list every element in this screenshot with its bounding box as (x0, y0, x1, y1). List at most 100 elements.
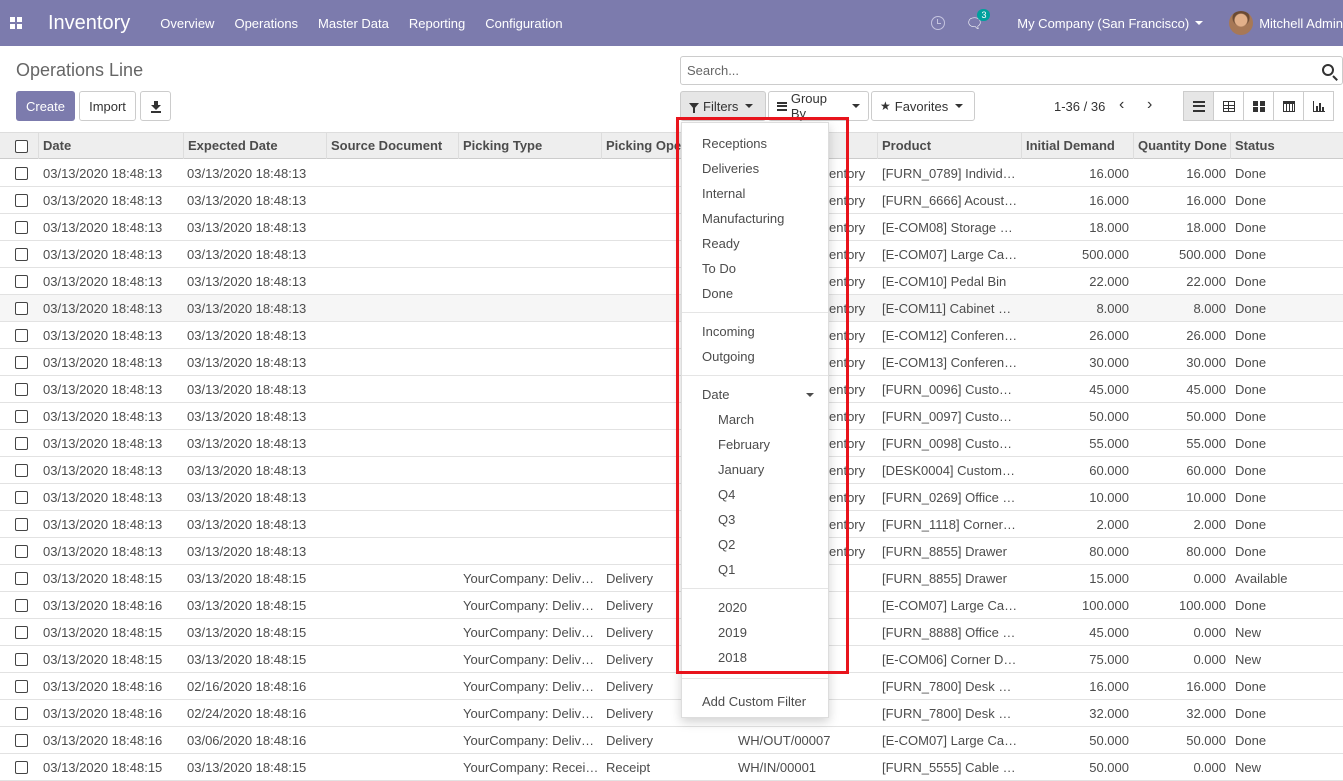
apps-menu-icon[interactable] (0, 0, 32, 46)
column-header-status[interactable]: Status (1230, 133, 1343, 159)
row-checkbox[interactable] (15, 518, 28, 531)
list-view-button[interactable] (1183, 91, 1214, 121)
messaging-button[interactable]: 🗨 3 (965, 8, 991, 32)
row-checkbox[interactable] (15, 410, 28, 423)
cell-date: 03/13/2020 18:48:13 (43, 355, 163, 370)
menu-master-data[interactable]: Master Data (318, 16, 389, 31)
table-row[interactable]: 03/13/2020 18:48:13 03/13/2020 18:48:13 en… (0, 268, 1343, 295)
cell-quantity-done: 8.000 (1193, 301, 1226, 316)
pager-value[interactable]: 1-36 / 36 (1054, 99, 1105, 114)
column-header-product[interactable]: Product (877, 133, 1021, 159)
row-checkbox[interactable] (15, 437, 28, 450)
row-checkbox[interactable] (15, 221, 28, 234)
favorites-button[interactable]: ★ Favorites (871, 91, 975, 121)
table-row[interactable]: 03/13/2020 18:48:13 03/13/2020 18:48:13 en… (0, 484, 1343, 511)
cell-date: 03/13/2020 18:48:13 (43, 247, 163, 262)
row-checkbox[interactable] (15, 464, 28, 477)
table-row[interactable]: 03/13/2020 18:48:13 03/13/2020 18:48:13 en… (0, 160, 1343, 187)
table-row[interactable]: 03/13/2020 18:48:16 02/16/2020 18:48:16 Yo… (0, 673, 1343, 700)
cell-expected-date: 03/06/2020 18:48:16 (187, 733, 307, 748)
table-row[interactable]: 03/13/2020 18:48:13 03/13/2020 18:48:13 en… (0, 457, 1343, 484)
table-row[interactable]: 03/13/2020 18:48:13 03/13/2020 18:48:13 en… (0, 511, 1343, 538)
menu-operations[interactable]: Operations (234, 16, 298, 31)
table-row[interactable]: 03/13/2020 18:48:13 03/13/2020 18:48:13 en… (0, 403, 1343, 430)
row-checkbox[interactable] (15, 248, 28, 261)
search-input[interactable] (681, 57, 1281, 84)
cell-source-document (330, 187, 456, 213)
cell-initial-demand: 16.000 (1089, 679, 1129, 694)
add-custom-filter[interactable]: Add Custom Filter (702, 694, 806, 709)
row-checkbox[interactable] (15, 383, 28, 396)
table-row[interactable]: 03/13/2020 18:48:13 03/13/2020 18:48:13 en… (0, 376, 1343, 403)
cell-date: 03/13/2020 18:48:13 (43, 544, 163, 559)
column-header-source-document[interactable]: Source Document (326, 133, 459, 159)
table-row[interactable]: 03/13/2020 18:48:16 02/24/2020 18:48:16 Yo… (0, 700, 1343, 727)
pager-previous-icon[interactable]: ‹ (1119, 96, 1124, 114)
column-header-date[interactable]: Date (38, 133, 184, 159)
app-title[interactable]: Inventory (48, 12, 130, 35)
user-menu[interactable]: Mitchell Admin (1259, 16, 1343, 31)
cell-date: 03/13/2020 18:48:16 (43, 733, 163, 748)
row-checkbox[interactable] (15, 626, 28, 639)
cell-quantity-done: 500.000 (1179, 247, 1226, 262)
row-checkbox[interactable] (15, 653, 28, 666)
row-checkbox[interactable] (15, 329, 28, 342)
column-header-quantity-done[interactable]: Quantity Done (1133, 133, 1230, 159)
create-button[interactable]: Create (16, 91, 75, 121)
table-row[interactable]: 03/13/2020 18:48:15 03/13/2020 18:48:15 Yo… (0, 619, 1343, 646)
row-checkbox[interactable] (15, 491, 28, 504)
column-header-expected-date[interactable]: Expected Date (183, 133, 326, 159)
column-header-picking-operation[interactable]: Picking Ope (601, 133, 681, 159)
menu-configuration[interactable]: Configuration (485, 16, 562, 31)
row-checkbox[interactable] (15, 545, 28, 558)
export-button[interactable] (140, 91, 171, 121)
cell-product: [E-COM13] Conferen… (882, 355, 1018, 370)
menu-overview[interactable]: Overview (160, 16, 214, 31)
row-checkbox[interactable] (15, 194, 28, 207)
table-row[interactable]: 03/13/2020 18:48:13 03/13/2020 18:48:13 en… (0, 214, 1343, 241)
table-row[interactable]: 03/13/2020 18:48:13 03/13/2020 18:48:13 en… (0, 322, 1343, 349)
table-row[interactable]: 03/13/2020 18:48:13 03/13/2020 18:48:13 en… (0, 187, 1343, 214)
avatar[interactable] (1229, 11, 1254, 35)
cell-date: 03/13/2020 18:48:13 (43, 517, 163, 532)
row-checkbox[interactable] (15, 680, 28, 693)
pager-next-icon[interactable]: › (1147, 96, 1152, 114)
graph-view-button[interactable] (1303, 91, 1334, 121)
table-row[interactable]: 03/13/2020 18:48:13 03/13/2020 18:48:13 en… (0, 430, 1343, 457)
table-row[interactable]: 03/13/2020 18:48:13 03/13/2020 18:48:13 en… (0, 295, 1343, 322)
table-row[interactable]: 03/13/2020 18:48:13 03/13/2020 18:48:13 en… (0, 241, 1343, 268)
kanban-view-button[interactable] (1243, 91, 1274, 121)
column-header-picking-type[interactable]: Picking Type (458, 133, 601, 159)
calendar-view-button[interactable] (1273, 91, 1304, 121)
table-row[interactable]: 03/13/2020 18:48:16 03/13/2020 18:48:15 Yo… (0, 592, 1343, 619)
cell-source-document (330, 268, 456, 294)
row-checkbox[interactable] (15, 167, 28, 180)
table-row[interactable]: 03/13/2020 18:48:13 03/13/2020 18:48:13 en… (0, 349, 1343, 376)
cell-quantity-done: 50.000 (1186, 733, 1226, 748)
cell-date: 03/13/2020 18:48:15 (43, 652, 163, 667)
import-button[interactable]: Import (79, 91, 136, 121)
cell-product: [FURN_0098] Custo… (882, 436, 1013, 451)
table-row[interactable]: 03/13/2020 18:48:15 03/13/2020 18:48:15 Yo… (0, 646, 1343, 673)
row-checkbox[interactable] (15, 599, 28, 612)
row-checkbox[interactable] (15, 572, 28, 585)
cell-product: [FURN_7800] Desk … (882, 706, 1012, 721)
table-row[interactable]: 03/13/2020 18:48:16 03/06/2020 18:48:16 Yo… (0, 727, 1343, 754)
row-checkbox[interactable] (15, 707, 28, 720)
cell-initial-demand: 80.000 (1089, 544, 1129, 559)
row-checkbox[interactable] (15, 275, 28, 288)
row-checkbox[interactable] (15, 356, 28, 369)
cell-status: Done (1235, 517, 1267, 532)
activity-clock-icon[interactable] (931, 16, 946, 30)
column-header-initial-demand[interactable]: Initial Demand (1021, 133, 1133, 159)
select-all-checkbox[interactable] (15, 140, 28, 153)
table-row[interactable]: 03/13/2020 18:48:13 03/13/2020 18:48:13 en… (0, 538, 1343, 565)
company-switcher[interactable]: My Company (San Francisco) (1017, 16, 1189, 31)
row-checkbox[interactable] (15, 302, 28, 315)
pivot-view-button[interactable] (1213, 91, 1244, 121)
search-icon[interactable] (1322, 64, 1334, 76)
table-row[interactable]: 03/13/2020 18:48:15 03/13/2020 18:48:15 Yo… (0, 565, 1343, 592)
cell-status: Done (1235, 409, 1267, 424)
menu-reporting[interactable]: Reporting (409, 16, 465, 31)
row-checkbox[interactable] (15, 734, 28, 747)
